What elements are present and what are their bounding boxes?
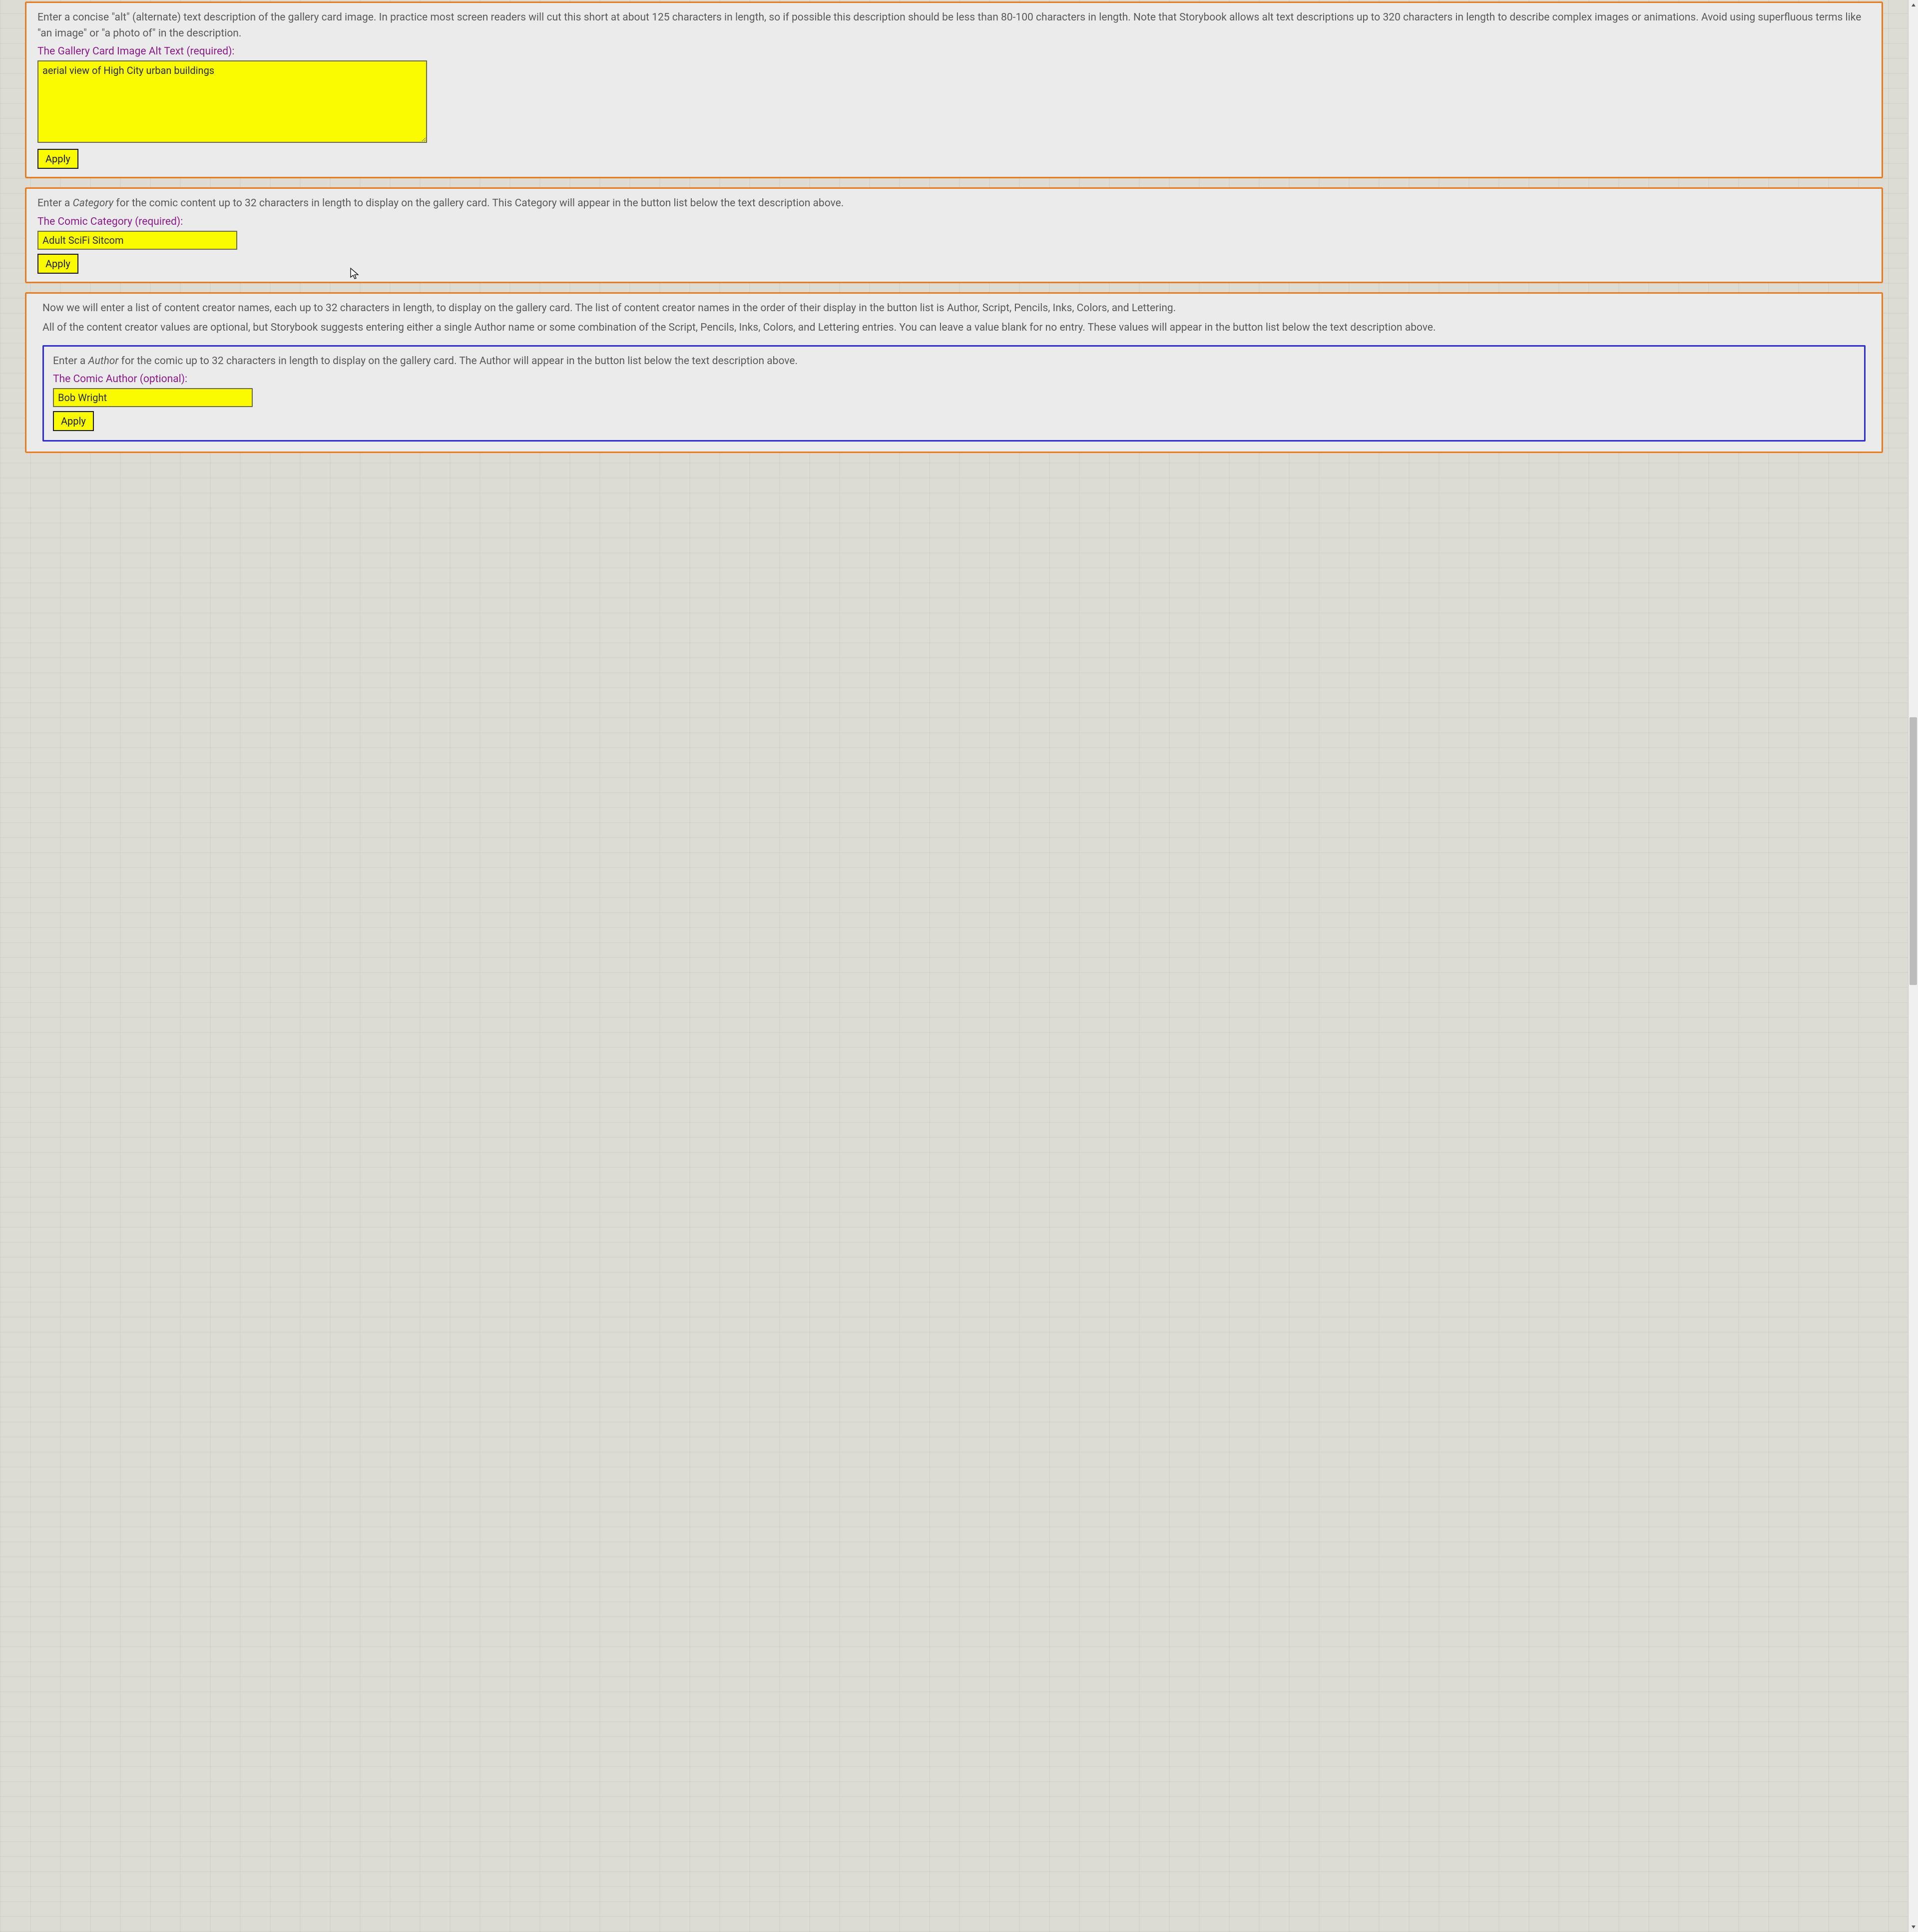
vertical-scrollbar[interactable] [1908,0,1918,1932]
scroll-up-button[interactable] [1909,0,1918,10]
creators-card: Now we will enter a list of content crea… [25,292,1883,454]
scroll-down-button[interactable] [1909,1922,1918,1932]
chevron-up-icon [1911,2,1916,7]
category-label: The Comic Category (required): [37,216,1871,228]
chevron-down-icon [1911,1925,1916,1930]
scrollbar-thumb[interactable] [1910,717,1917,985]
alt-text-input[interactable] [37,60,427,143]
author-label: The Comic Author (optional): [53,373,1855,385]
alt-text-label: The Gallery Card Image Alt Text (require… [37,45,1871,57]
scrollbar-track[interactable] [1909,10,1918,1922]
author-apply-button[interactable]: Apply [53,411,94,431]
category-input[interactable] [37,231,237,250]
alt-text-card: Enter a concise "alt" (alternate) text d… [25,1,1883,178]
alt-text-apply-button[interactable]: Apply [37,149,78,169]
alt-text-description: Enter a concise "alt" (alternate) text d… [37,10,1871,41]
author-description: Enter a Author for the comic up to 32 ch… [53,354,1855,370]
category-apply-button[interactable]: Apply [37,254,78,274]
author-card: Enter a Author for the comic up to 32 ch… [42,345,1866,442]
creators-description-2: All of the content creator values are op… [42,320,1866,336]
creators-description-1: Now we will enter a list of content crea… [42,301,1866,317]
category-card: Enter a Category for the comic content u… [25,187,1883,283]
author-input[interactable] [53,388,253,407]
category-description: Enter a Category for the comic content u… [37,196,1871,212]
